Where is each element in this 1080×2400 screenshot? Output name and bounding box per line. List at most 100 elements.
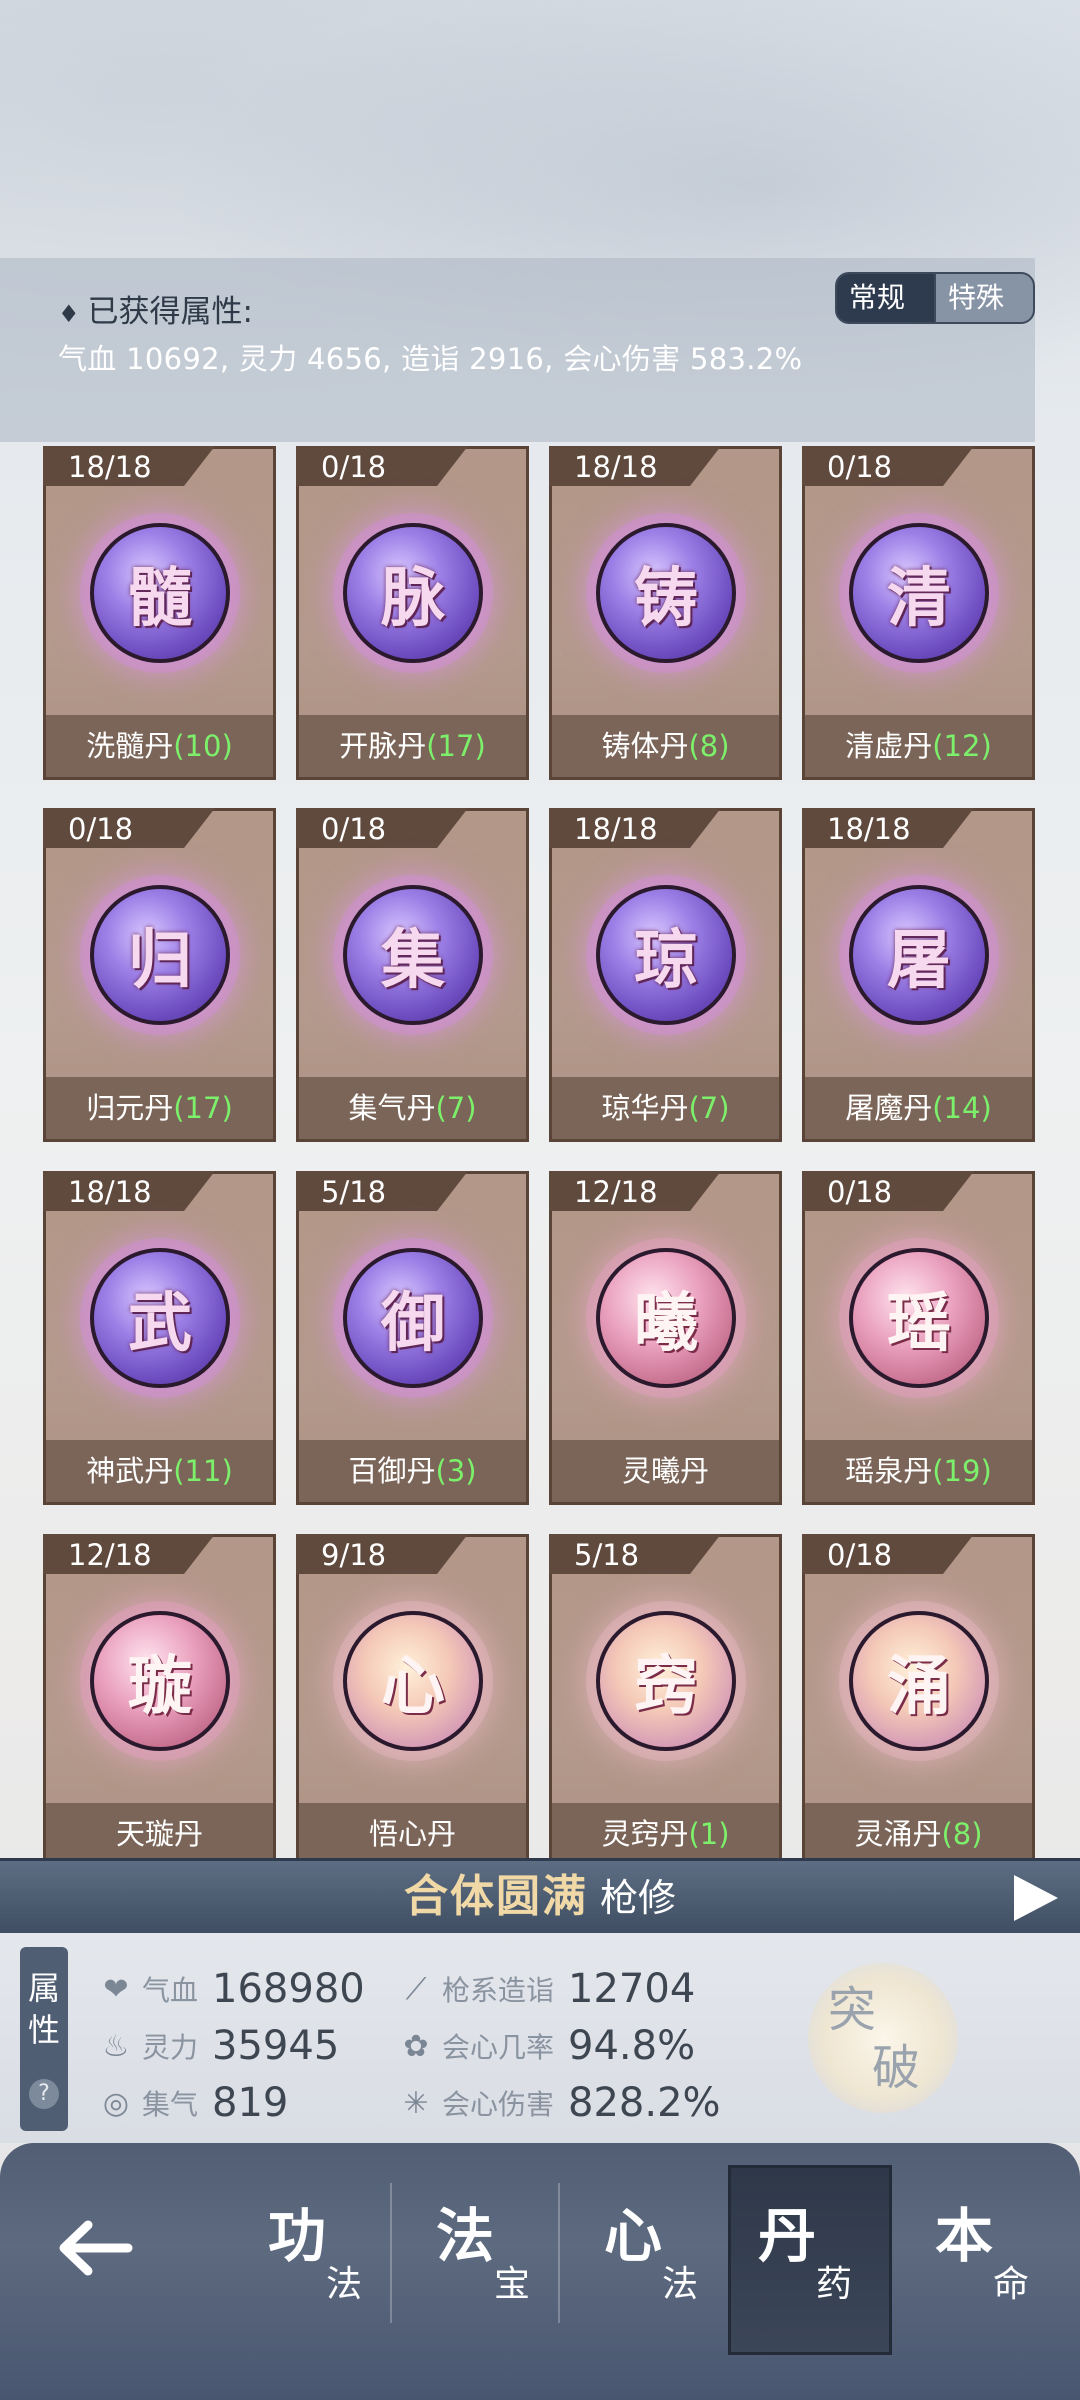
acquired-stats-banner: ♦ 已获得属性: 气血 10692, 灵力 4656, 造诣 2916, 会心伤害…: [0, 258, 1035, 442]
pill-name: 悟心丹: [368, 1817, 456, 1851]
nav-divider: [390, 2183, 392, 2323]
pill-glyph: 琼: [634, 923, 698, 998]
nav-label-sub: 法: [326, 2264, 363, 2305]
stat-crit-rate: ✿ 会心几率 94.8%: [396, 2018, 695, 2074]
pill-glyph: 铸: [634, 561, 698, 636]
back-arrow-icon[interactable]: [50, 2203, 140, 2293]
pill-card[interactable]: 5/18 御百御丹(3): [296, 1171, 529, 1505]
pill-glyph: 瑶: [887, 1286, 951, 1361]
pill-card[interactable]: 0/18 清清虚丹(12): [802, 446, 1035, 780]
help-icon[interactable]: ?: [29, 2079, 59, 2109]
stat-label: 会心伤害: [442, 2088, 555, 2121]
pill-orb-icon: 心: [343, 1611, 483, 1751]
pill-orb-icon: 铸: [596, 523, 736, 663]
stat-label: 灵力: [142, 2031, 199, 2064]
pill-grid[interactable]: 18/18 髓洗髓丹(10) 0/18 脉开脉丹(17) 18/18 铸铸体丹(8) 0/1…: [40, 446, 1040, 1858]
pill-orb-icon: 清: [849, 523, 989, 663]
pill-name-bar: 灵窍丹(1): [552, 1803, 779, 1858]
pill-level: (11): [173, 1454, 233, 1488]
pill-count: 0/18: [827, 1538, 893, 1572]
nav-label-sub: 命: [993, 2264, 1030, 2305]
nav-xinfa[interactable]: 心法: [574, 2173, 724, 2343]
pill-card[interactable]: 0/18 瑶瑶泉丹(19): [802, 1171, 1035, 1505]
pill-card[interactable]: 18/18 铸铸体丹(8): [549, 446, 782, 780]
pill-card[interactable]: 0/18 涌灵涌丹(8): [802, 1534, 1035, 1858]
pill-card[interactable]: 18/18 武神武丹(11): [43, 1171, 276, 1505]
pill-name-bar: 灵涌丹(8): [805, 1803, 1032, 1858]
nav-label-sub: 药: [816, 2264, 853, 2305]
nav-danyao[interactable]: 丹药: [728, 2165, 892, 2355]
attributes-panel: 属性 ? ❤ 气血 168980 ♨ 灵力 35945 ◎ 集气 819 ⟋ 枪…: [0, 1933, 1080, 2143]
realm-name: 合体圆满: [403, 1871, 588, 1922]
attributes-side-tab[interactable]: 属性 ?: [20, 1947, 68, 2131]
acquired-stats-title: ♦ 已获得属性:: [58, 286, 253, 331]
pill-card[interactable]: 12/18 曦灵曦丹: [549, 1171, 782, 1505]
pill-orb-icon: 集: [343, 885, 483, 1025]
crit-dmg-icon: ✳: [403, 2085, 429, 2121]
nav-gongfa[interactable]: 功法: [238, 2173, 388, 2343]
realm-class: 枪修: [599, 1876, 676, 1920]
flame-icon: ♨: [102, 2028, 130, 2064]
breakthrough-label: 突 破: [828, 1981, 938, 2097]
tab-special-pills[interactable]: 特殊丹: [934, 274, 1033, 322]
acquired-stats-title-text: 已获得属性:: [87, 294, 253, 330]
nav-label-main: 功: [268, 2202, 327, 2270]
tab-regular-pills[interactable]: 常规丹: [837, 274, 934, 322]
pill-name: 天璇丹: [115, 1817, 203, 1851]
pill-orb-icon: 瑶: [849, 1248, 989, 1388]
pill-card[interactable]: 12/18 璇天璇丹: [43, 1534, 276, 1858]
pill-level: (1): [688, 1817, 730, 1851]
pill-glyph: 屠: [887, 923, 951, 998]
stat-value: 12704: [568, 1966, 696, 2012]
nav-fabao[interactable]: 法宝: [406, 2173, 556, 2343]
pill-card[interactable]: 9/18 心悟心丹: [296, 1534, 529, 1858]
pill-type-tabs: 常规丹 特殊丹: [835, 272, 1035, 324]
pill-name-bar: 屠魔丹(14): [805, 1077, 1032, 1139]
pill-name-bar: 瑶泉丹(19): [805, 1440, 1032, 1502]
stat-label: 集气: [142, 2088, 199, 2121]
stat-label: 枪系造诣: [442, 1974, 555, 2007]
pill-level: (17): [426, 729, 486, 763]
pill-orb-icon: 脉: [343, 523, 483, 663]
pill-count: 18/18: [574, 812, 658, 846]
breakthrough-button[interactable]: 突 破: [808, 1963, 958, 2113]
pill-name: 清虚丹: [845, 729, 933, 763]
pill-name: 神武丹: [86, 1454, 174, 1488]
pill-orb-icon: 归: [90, 885, 230, 1025]
stat-value: 819: [212, 2080, 289, 2126]
pill-level: (8): [941, 1817, 983, 1851]
pill-glyph: 脉: [381, 561, 445, 636]
pill-glyph: 心: [381, 1649, 445, 1724]
realm-title: 合体圆满 枪修: [0, 1861, 1080, 1942]
pill-name: 屠魔丹: [845, 1091, 933, 1125]
pill-count: 12/18: [68, 1538, 152, 1572]
play-arrow-icon[interactable]: [1014, 1875, 1058, 1921]
stat-value: 94.8%: [568, 2023, 696, 2069]
pill-count: 0/18: [827, 1175, 893, 1209]
pill-level: (7): [435, 1091, 477, 1125]
pill-card[interactable]: 18/18 髓洗髓丹(10): [43, 446, 276, 780]
pill-card[interactable]: 18/18 琼琼华丹(7): [549, 808, 782, 1142]
pill-level: (10): [173, 729, 233, 763]
nav-benming[interactable]: 本命: [905, 2173, 1055, 2343]
pill-name: 洗髓丹: [86, 729, 174, 763]
pill-orb-icon: 涌: [849, 1611, 989, 1751]
pill-card[interactable]: 5/18 窍灵窍丹(1): [549, 1534, 782, 1858]
pill-glyph: 归: [128, 923, 192, 998]
pill-card[interactable]: 0/18 脉开脉丹(17): [296, 446, 529, 780]
pill-card[interactable]: 0/18 集集气丹(7): [296, 808, 529, 1142]
pill-glyph: 曦: [634, 1286, 698, 1361]
attributes-side-label: 属性: [20, 1967, 68, 2051]
pill-card[interactable]: 18/18 屠屠魔丹(14): [802, 808, 1035, 1142]
pill-level: (19): [932, 1454, 992, 1488]
realm-bar: 合体圆满 枪修: [0, 1858, 1080, 1936]
pill-count: 18/18: [68, 450, 152, 484]
stat-value: 168980: [212, 1966, 365, 2012]
pill-orb-icon: 璇: [90, 1611, 230, 1751]
pill-name: 开脉丹: [339, 729, 427, 763]
pill-orb-icon: 窍: [596, 1611, 736, 1751]
nav-label-main: 心: [604, 2202, 663, 2270]
pill-card[interactable]: 0/18 归归元丹(17): [43, 808, 276, 1142]
stat-spirit: ♨ 灵力 35945: [96, 2018, 340, 2074]
stat-spear-mastery: ⟋ 枪系造诣 12704: [396, 1961, 696, 2017]
